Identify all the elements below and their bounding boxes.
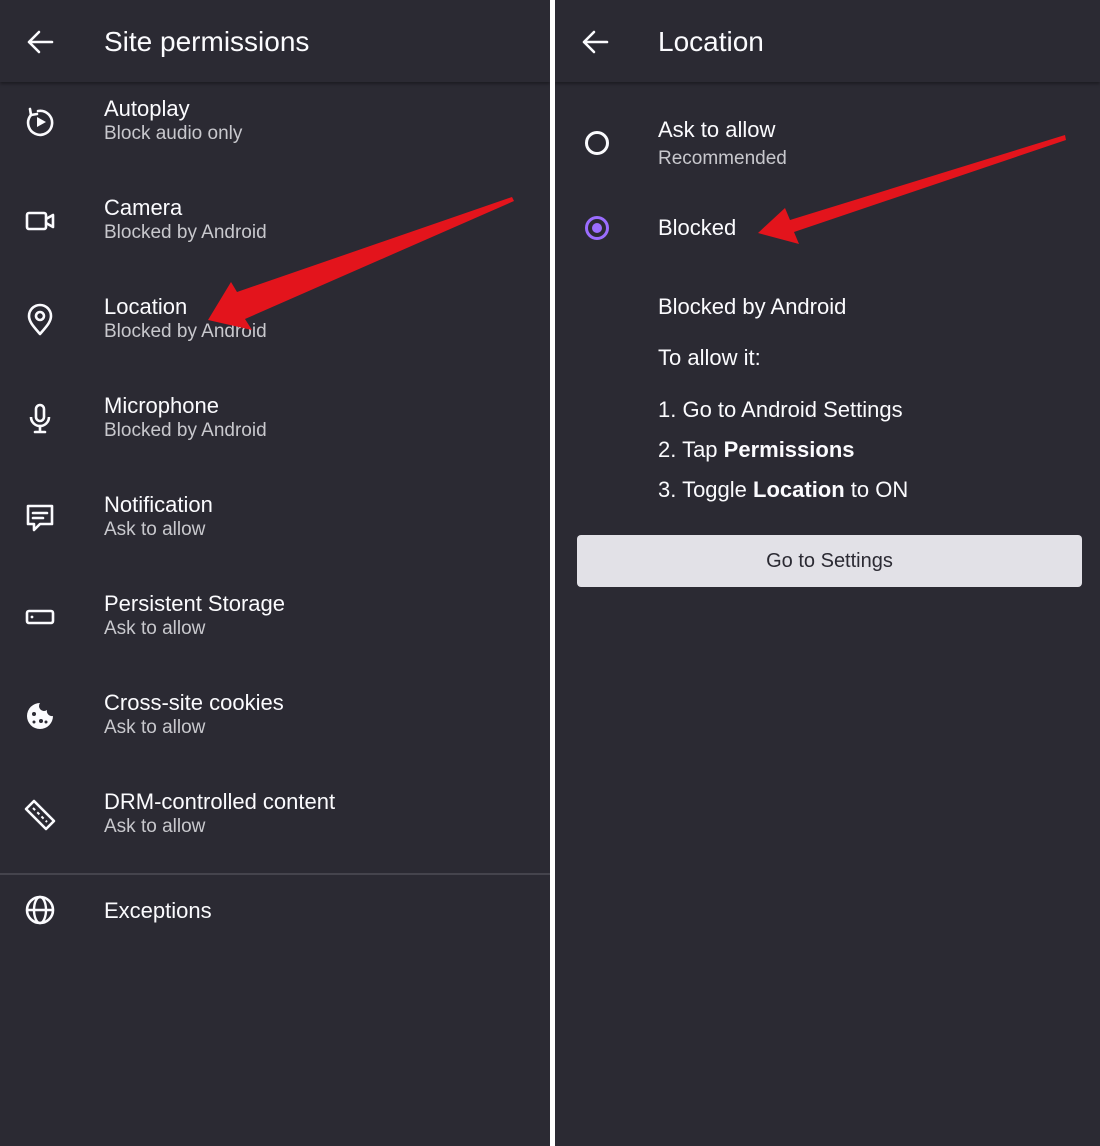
step-3-text: 3. Toggle (658, 477, 754, 502)
radio-button-checked[interactable] (585, 216, 609, 240)
permission-item-notification[interactable]: Notification Ask to allow (0, 478, 550, 577)
permission-status: Ask to allow (104, 618, 206, 639)
location-settings-panel: Location Ask to allow Recommended Blocke… (555, 0, 1100, 1146)
radio-label: Ask to allow (658, 117, 776, 142)
permission-item-microphone[interactable]: Microphone Blocked by Android (0, 379, 550, 478)
radio-option-blocked[interactable]: Blocked (555, 195, 1100, 261)
drm-icon (24, 799, 56, 831)
permission-status: Blocked by Android (104, 222, 267, 243)
step-1: 1. Go to Android Settings (658, 397, 903, 422)
permission-status: Blocked by Android (104, 321, 267, 342)
permission-status: Ask to allow (104, 519, 206, 540)
site-permissions-panel: Site permissions Autoplay Block audio on… (0, 0, 550, 1146)
blocked-note: Blocked by Android (658, 294, 847, 319)
back-arrow-icon[interactable] (577, 24, 613, 60)
notification-icon (26, 504, 54, 532)
to-allow-heading: To allow it: (658, 345, 761, 370)
list-divider (0, 873, 550, 875)
location-pin-icon (27, 303, 53, 336)
permission-status: Blocked by Android (104, 420, 267, 441)
permission-status: Ask to allow (104, 816, 206, 837)
exceptions-item[interactable]: Exceptions (0, 880, 550, 942)
back-arrow-icon[interactable] (22, 24, 58, 60)
camera-icon (25, 211, 55, 231)
radio-label: Blocked (658, 215, 737, 240)
permission-item-drm-content[interactable]: DRM-controlled content Ask to allow (0, 775, 550, 874)
page-title: Location (658, 26, 764, 57)
step-3: 3. Toggle Location to ON (658, 475, 908, 505)
permission-item-camera[interactable]: Camera Blocked by Android (0, 181, 550, 280)
step-3-bold: Location (753, 477, 845, 502)
go-to-settings-button[interactable]: Go to Settings (577, 535, 1082, 587)
site-permissions-app-bar: Site permissions (0, 0, 550, 82)
step-2: 2. Tap Permissions (658, 435, 855, 465)
permission-item-persistent-storage[interactable]: Persistent Storage Ask to allow (0, 577, 550, 676)
globe-icon (25, 895, 55, 925)
step-2-bold: Permissions (723, 437, 855, 462)
cookie-icon (27, 703, 53, 729)
permission-item-autoplay[interactable]: Autoplay Block audio only (0, 82, 550, 181)
radio-sublabel: Recommended (658, 148, 787, 169)
radio-button-unchecked[interactable] (585, 131, 609, 155)
storage-icon (25, 609, 55, 625)
step-2-text: 2. Tap (658, 437, 724, 462)
permission-status: Block audio only (104, 123, 243, 144)
permission-item-location[interactable]: Location Blocked by Android (0, 280, 550, 379)
exceptions-label: Exceptions (104, 898, 212, 923)
permission-status: Ask to allow (104, 717, 206, 738)
microphone-icon (29, 403, 51, 434)
autoplay-icon (26, 107, 54, 137)
location-app-bar: Location (555, 0, 1100, 82)
radio-option-ask-to-allow[interactable]: Ask to allow Recommended (555, 105, 1100, 185)
step-3-suffix: to ON (844, 477, 909, 502)
page-title: Site permissions (104, 26, 310, 57)
permission-item-cross-site-cookies[interactable]: Cross-site cookies Ask to allow (0, 676, 550, 775)
